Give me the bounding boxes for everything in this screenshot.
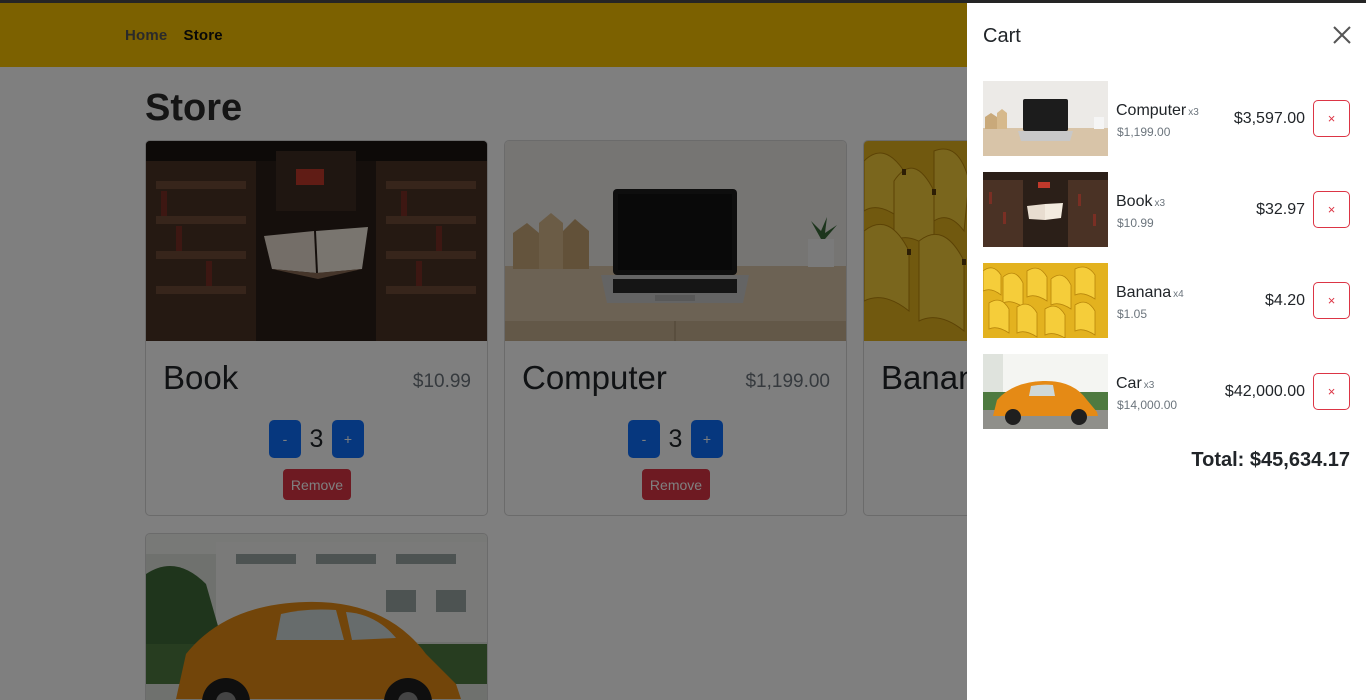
cart-item-total: $3,597.00 bbox=[1233, 110, 1305, 127]
quantity-stepper: - 3 + bbox=[505, 420, 846, 458]
cart-item: Computer x3 $1,199.00 $3,597.00 × bbox=[983, 81, 1350, 156]
quantity-stepper: - 3 + bbox=[146, 420, 487, 458]
cart-item-quantity: x4 bbox=[1173, 289, 1184, 300]
cart-item-unit-price: $10.99 bbox=[1117, 216, 1154, 230]
cart-item-image-book bbox=[983, 172, 1108, 247]
quantity-value: 3 bbox=[309, 424, 324, 453]
cart-item-quantity: x3 bbox=[1188, 107, 1199, 118]
product-name: Computer bbox=[522, 359, 667, 396]
cart-item-total: $42,000.00 bbox=[1224, 383, 1305, 400]
product-price: $1,199.00 bbox=[745, 371, 830, 392]
page-title: Store bbox=[145, 87, 243, 129]
decrease-quantity-button[interactable]: - bbox=[269, 420, 301, 458]
product-card-car bbox=[145, 533, 488, 700]
cart-item: Book x3 $10.99 $32.97 × bbox=[983, 172, 1350, 247]
increase-quantity-button[interactable]: + bbox=[332, 420, 364, 458]
cart-item-image-banana bbox=[983, 263, 1108, 338]
remove-from-cart-button[interactable]: Remove bbox=[642, 469, 710, 500]
cart-item-remove-button[interactable]: × bbox=[1313, 100, 1350, 137]
close-icon[interactable] bbox=[1330, 23, 1354, 47]
remove-from-cart-button[interactable]: Remove bbox=[283, 469, 351, 500]
cart-item-name-row: Banana x4 bbox=[1116, 284, 1184, 302]
cart-item-name: Book bbox=[1116, 193, 1153, 210]
cart-item: Car x3 $14,000.00 $42,000.00 × bbox=[983, 354, 1350, 429]
cart-item-name: Car bbox=[1116, 375, 1142, 392]
nav-link-store[interactable]: Store bbox=[183, 27, 222, 44]
decrease-quantity-button[interactable]: - bbox=[628, 420, 660, 458]
product-image-car bbox=[146, 534, 487, 700]
product-price: $10.99 bbox=[412, 371, 471, 392]
cart-title: Cart bbox=[983, 25, 1021, 47]
cart-item-name-row: Book x3 bbox=[1116, 193, 1165, 211]
cart-item-unit-price: $14,000.00 bbox=[1117, 398, 1178, 412]
product-image-book bbox=[146, 141, 487, 341]
quantity-value: 3 bbox=[668, 424, 683, 453]
cart-item-image-computer bbox=[983, 81, 1108, 156]
product-name: Book bbox=[163, 359, 239, 396]
product-card-book: Book $10.99 - 3 + Remove bbox=[145, 140, 488, 516]
cart-item-quantity: x3 bbox=[1143, 380, 1155, 391]
cart-item-name-row: Car x3 bbox=[1116, 375, 1154, 393]
cart-item-name: Banana bbox=[1116, 284, 1172, 301]
cart-item-remove-button[interactable]: × bbox=[1313, 373, 1350, 410]
increase-quantity-button[interactable]: + bbox=[691, 420, 723, 458]
product-card-computer: Computer $1,199.00 - 3 + Remove bbox=[504, 140, 847, 516]
cart-total: Total: $45,634.17 bbox=[1191, 449, 1350, 471]
cart-item-remove-button[interactable]: × bbox=[1313, 191, 1350, 228]
cart-item-unit-price: $1,199.00 bbox=[1117, 125, 1171, 139]
cart-item-total: $4.20 bbox=[1264, 292, 1305, 309]
cart-item-name: Computer bbox=[1116, 102, 1187, 119]
cart-item-unit-price: $1.05 bbox=[1117, 307, 1148, 321]
cart-item-name-row: Computer x3 bbox=[1116, 102, 1199, 120]
cart-panel: Cart Computer x3 $1,199.00 $3,597.00 × B… bbox=[967, 3, 1366, 700]
cart-item-total: $32.97 bbox=[1256, 201, 1305, 218]
cart-item-quantity: x3 bbox=[1154, 198, 1166, 209]
cart-item-remove-button[interactable]: × bbox=[1313, 282, 1350, 319]
nav-link-home[interactable]: Home bbox=[125, 27, 167, 44]
product-image-computer bbox=[505, 141, 846, 341]
cart-item: Banana x4 $1.05 $4.20 × bbox=[983, 263, 1350, 338]
cart-item-image-car bbox=[983, 354, 1108, 429]
